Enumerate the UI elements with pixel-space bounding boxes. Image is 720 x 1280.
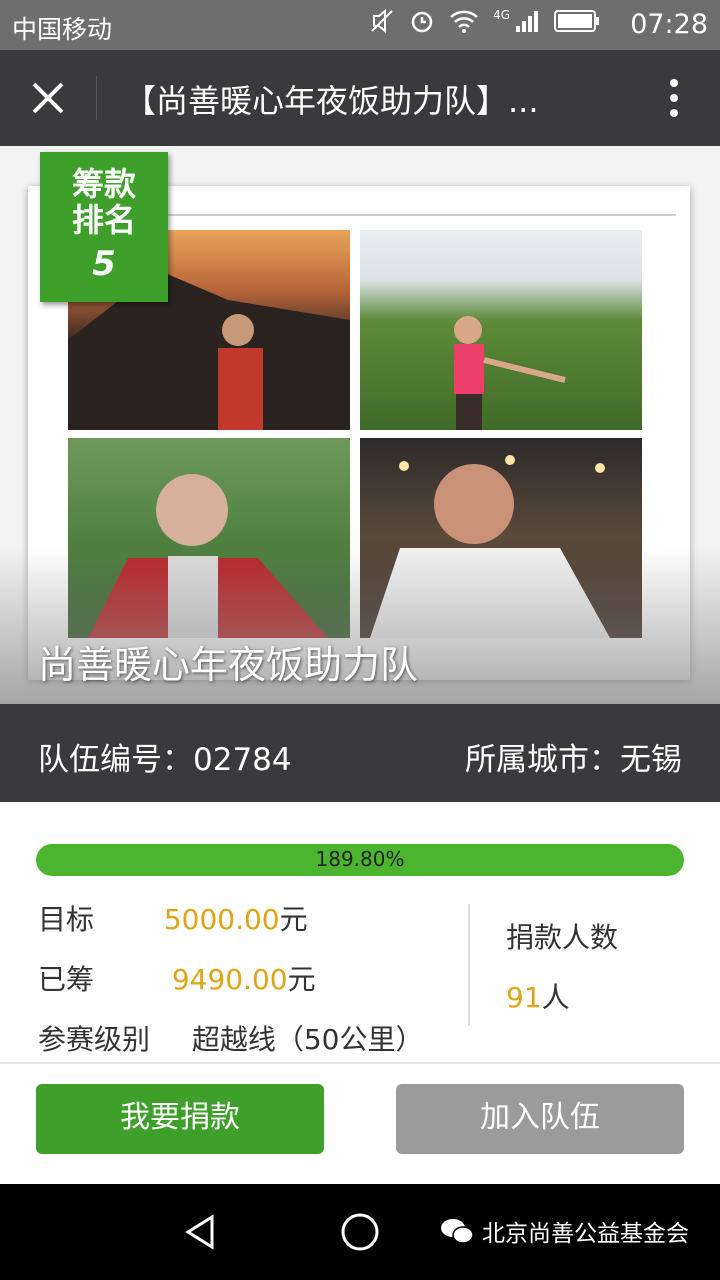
clock: 07:28 [630,9,708,40]
team-hero: 筹款 排名 5 尚善暖心年夜饭助力队 [0,146,720,704]
signal-icon [516,11,538,32]
target-value: 5000.00 [163,903,280,936]
donate-button[interactable]: 我要捐款 [36,1084,324,1154]
team-city: 所属城市：无锡 [465,742,682,778]
system-nav-bar: 北京尚善公益基金会 [0,1184,720,1280]
raised-value: 9490.00 [171,963,288,996]
target-label: 目标 [38,903,95,936]
actions-divider [0,1062,720,1064]
mute-icon [371,8,393,34]
status-bar: 中国移动 4G 07:28 [0,0,720,50]
rank-label-2: 排名 [71,201,136,239]
team-photo-2 [360,230,642,430]
donors-row: 91人 [506,976,570,1016]
title-bar: 【尚善暖心年夜饭助力队】... [0,50,720,146]
stats-divider [468,904,470,1026]
progress-text: 189.80% [315,847,405,871]
level-value: 超越线（50公里） [191,1023,424,1056]
progress-bar: 189.80% [36,844,684,876]
page-title: 【尚善暖心年夜饭助力队】... [124,82,539,120]
team-info-bar: 队伍编号：02784 所属城市：无锡 [0,704,720,802]
network-type: 4G [493,8,510,22]
fundraising-rank-badge: 筹款 排名 5 [40,152,168,302]
team-id: 队伍编号：02784 [38,742,292,778]
watermark: 北京尚善公益基金会 [440,1214,689,1248]
rank-number: 5 [92,244,116,284]
home-icon[interactable] [340,1212,380,1252]
wechat-icon [441,1219,474,1244]
raised-unit: 元 [287,963,316,996]
donors-unit: 人 [541,981,570,1014]
alarm-icon [411,11,433,33]
carrier-name: 中国移动 [12,15,113,44]
reeds-scene [454,316,566,430]
donors-label: 捐款人数 [506,921,619,954]
status-icons: 4G [369,8,600,34]
raised-row: 已筹 9490.00元 [38,958,316,998]
level-row: 参赛级别 超越线（50公里） [38,1018,423,1058]
join-team-button[interactable]: 加入队伍 [396,1084,684,1154]
raised-label: 已筹 [38,963,95,996]
battery-icon [554,10,599,32]
wifi-icon [450,10,478,33]
watermark-text: 北京尚善公益基金会 [482,1221,689,1247]
rank-label-1: 筹款 [71,165,136,203]
level-label: 参赛级别 [38,1023,151,1056]
target-unit: 元 [279,903,308,936]
more-options-icon[interactable] [668,78,680,118]
team-name: 尚善暖心年夜饭助力队 [38,643,419,687]
donors-value: 91 [506,981,542,1014]
close-icon[interactable] [26,76,70,120]
back-icon[interactable] [182,1214,218,1250]
target-row: 目标 5000.00元 [38,898,308,938]
title-separator [96,76,97,120]
